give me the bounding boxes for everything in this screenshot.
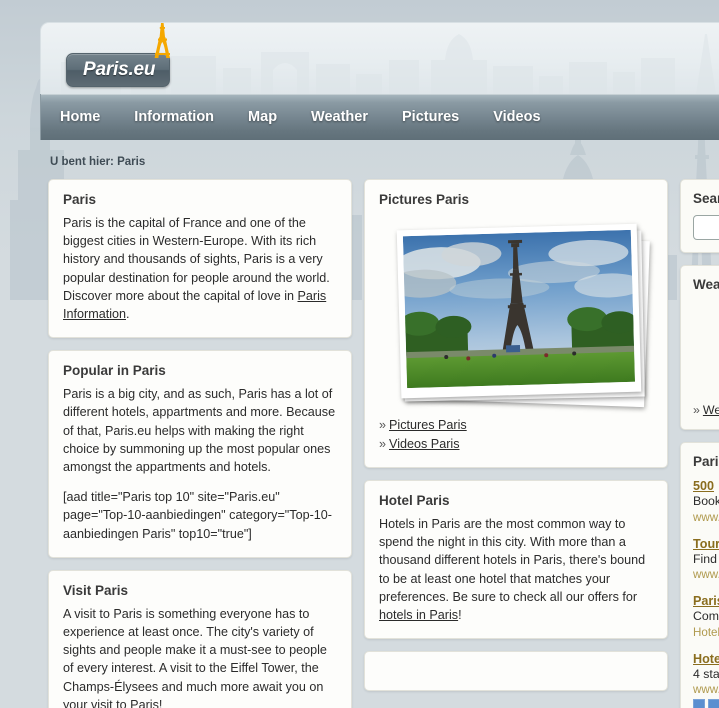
ad-description: Book great (693, 494, 719, 508)
panel-visit-paris: Visit Paris A visit to Paris is somethin… (48, 569, 352, 708)
list-item: » Videos Paris (379, 435, 653, 454)
panel-weather: Weather Now (680, 265, 719, 430)
panel-hotel-title: Hotel Paris (379, 493, 450, 508)
ad-title-link[interactable]: 500 (693, 478, 719, 494)
nav-item-pictures[interactable]: Pictures (385, 109, 476, 125)
panel-popular-shortcode: [aad title="Paris top 10" site="Paris.eu… (63, 490, 332, 541)
panel-paris-text-before: Paris is the capital of France and one o… (63, 216, 330, 303)
hotels-in-paris-link[interactable]: hotels in Paris (379, 608, 458, 622)
panel-paris-title: Paris (63, 192, 97, 207)
panel-popular-in-paris: Popular in Paris Paris is a big city, an… (48, 350, 352, 558)
site-page: Paris.eu Home Information Map Weather Pi… (40, 22, 719, 708)
panel-pictures-title: Pictures Paris (379, 192, 470, 207)
panel-hotel-text-before: Hotels in Paris are the most common way … (379, 517, 646, 604)
panel-hotel-paris: Hotel Paris Hotels in Paris are the most… (364, 480, 668, 640)
panel-search: Search (680, 179, 719, 253)
ad-url: www.b (693, 510, 719, 524)
ad-url: www.v (693, 568, 719, 581)
ad-description: 4 star You D (693, 666, 719, 681)
link-pictures-paris[interactable]: Pictures Paris (389, 418, 467, 432)
pictures-links: » Pictures Paris » Videos Paris (379, 416, 653, 453)
nav-item-map[interactable]: Map (231, 109, 294, 125)
ad-item[interactable]: 500 Book great www.b (693, 478, 719, 525)
left-column: Paris Paris is the capital of France and… (48, 179, 352, 708)
nav-item-home[interactable]: Home (60, 109, 117, 125)
ad-description: Find th Tower (693, 551, 719, 566)
panel-paris-text-after: . (126, 307, 130, 322)
flag-icon (708, 699, 719, 708)
ad-flag-icons (693, 699, 719, 708)
nav-item-information[interactable]: Information (117, 109, 231, 125)
list-item: » Pictures Paris (379, 416, 653, 435)
search-input[interactable] (693, 215, 719, 240)
panel-popular-paragraph-1: Paris is a big city, and as such, Paris … (63, 387, 336, 475)
ad-title-link[interactable]: Touri (693, 536, 719, 552)
bullet-guillemet-icon: » (693, 403, 700, 417)
breadcrumb: U bent hier: Paris (50, 156, 146, 168)
link-videos-paris[interactable]: Videos Paris (389, 437, 459, 451)
eiffel-tower-icon (154, 23, 170, 58)
eiffel-tower-photo (402, 229, 636, 389)
ad-url: www.le (693, 683, 719, 696)
panel-visit-title: Visit Paris (63, 582, 129, 598)
panel-hotel-text-after: ! (458, 608, 462, 623)
site-header: Paris.eu (40, 22, 719, 94)
photo-card-front[interactable] (396, 223, 642, 399)
site-logo-text: Paris.eu (83, 59, 156, 80)
panel-paris: Paris Paris is the capital of France and… (48, 179, 352, 339)
nav-item-weather[interactable]: Weather (294, 109, 385, 125)
content-columns: Paris Paris is the capital of France and… (40, 179, 719, 708)
bullet-guillemet-icon: » (379, 418, 387, 432)
middle-column: Pictures Paris » Pictures Paris » Videos… (364, 179, 668, 708)
ad-url: Hotel- (693, 625, 719, 639)
ad-title-link[interactable]: Paris (693, 593, 719, 609)
photo-stack[interactable] (379, 221, 653, 408)
ad-item[interactable]: Paris Comp up to Hotel- (693, 593, 719, 640)
weather-now-label: Now (693, 301, 719, 315)
weather-title: Weather (693, 277, 719, 292)
bullet-guillemet-icon: » (379, 436, 387, 451)
ad-description: Comp up to (693, 609, 719, 623)
panel-next-partial (364, 651, 668, 692)
search-title: Search (693, 191, 719, 206)
panel-visit-body: A visit to Paris is something everyone h… (63, 606, 327, 708)
main-navigation: Home Information Map Weather Pictures Vi… (40, 94, 719, 140)
panel-paris-ads: Paris a 500 Book great www.b Touri Find … (680, 442, 719, 708)
panel-paris-body: Paris is the capital of France and one o… (63, 214, 337, 323)
ads-title: Paris a (693, 454, 719, 469)
ad-title-link[interactable]: Hotel (693, 651, 719, 667)
weather-more-link[interactable]: Weather (703, 403, 719, 417)
weather-more-row: »Weather (693, 403, 719, 417)
ad-item[interactable]: Hotel 4 star You D www.le (693, 651, 719, 708)
ad-item[interactable]: Touri Find th Tower www.v (693, 536, 719, 583)
weather-temperature: 16°C (693, 382, 719, 396)
panel-popular-title: Popular in Paris (63, 363, 166, 379)
right-sidebar: Search Weather Now (680, 179, 719, 708)
flag-icon (693, 699, 705, 708)
nav-item-videos[interactable]: Videos (476, 109, 557, 125)
panel-hotel-body: Hotels in Paris are the most common way … (379, 515, 653, 624)
page-body: U bent hier: Paris Paris Paris is the ca… (40, 140, 719, 708)
panel-pictures-paris: Pictures Paris » Pictures Paris » Videos… (364, 179, 668, 468)
